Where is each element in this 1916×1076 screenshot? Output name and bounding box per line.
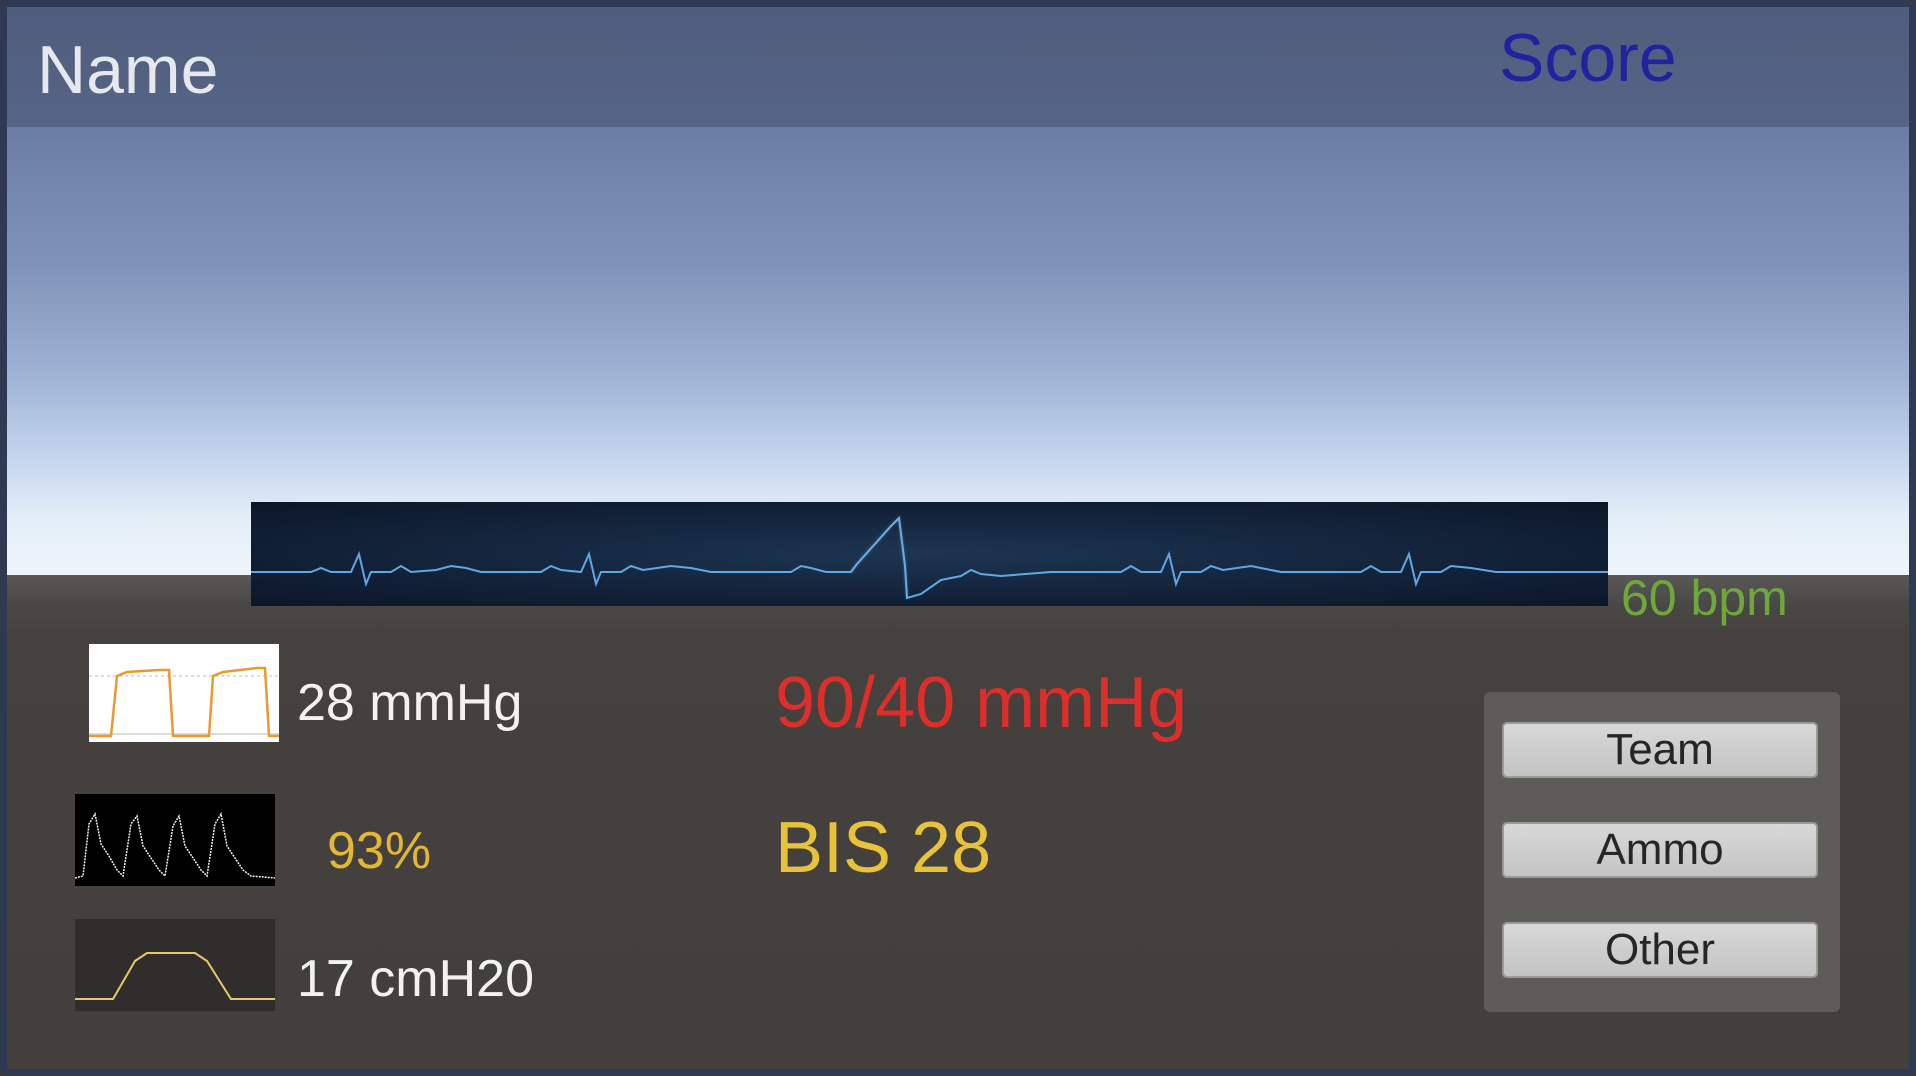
top-hud-bar: Name Score	[7, 7, 1909, 127]
spo2-readout: 93%	[327, 822, 432, 880]
player-name-label: Name	[37, 32, 219, 108]
blood-pressure-readout: 90/40 mmHg	[775, 663, 1188, 743]
etco2-readout: 28 mmHg	[297, 674, 523, 732]
other-button[interactable]: Other	[1502, 922, 1818, 978]
action-menu-panel: Team Ammo Other	[1484, 692, 1840, 1012]
score-label: Score	[1499, 20, 1677, 96]
capnography-waveform	[89, 644, 279, 742]
pleth-waveform	[75, 794, 275, 886]
airway-pressure-waveform	[75, 919, 275, 1011]
game-viewport: Name Score 60 bpm 28 mmHg 93% 17 cmH20 9…	[0, 0, 1916, 1076]
ecg-waveform	[251, 502, 1608, 606]
bis-readout: BIS 28	[775, 808, 992, 888]
ammo-button[interactable]: Ammo	[1502, 822, 1818, 878]
airway-pressure-readout: 17 cmH20	[297, 950, 534, 1008]
team-button[interactable]: Team	[1502, 722, 1818, 778]
heart-rate-readout: 60 bpm	[1621, 570, 1788, 626]
